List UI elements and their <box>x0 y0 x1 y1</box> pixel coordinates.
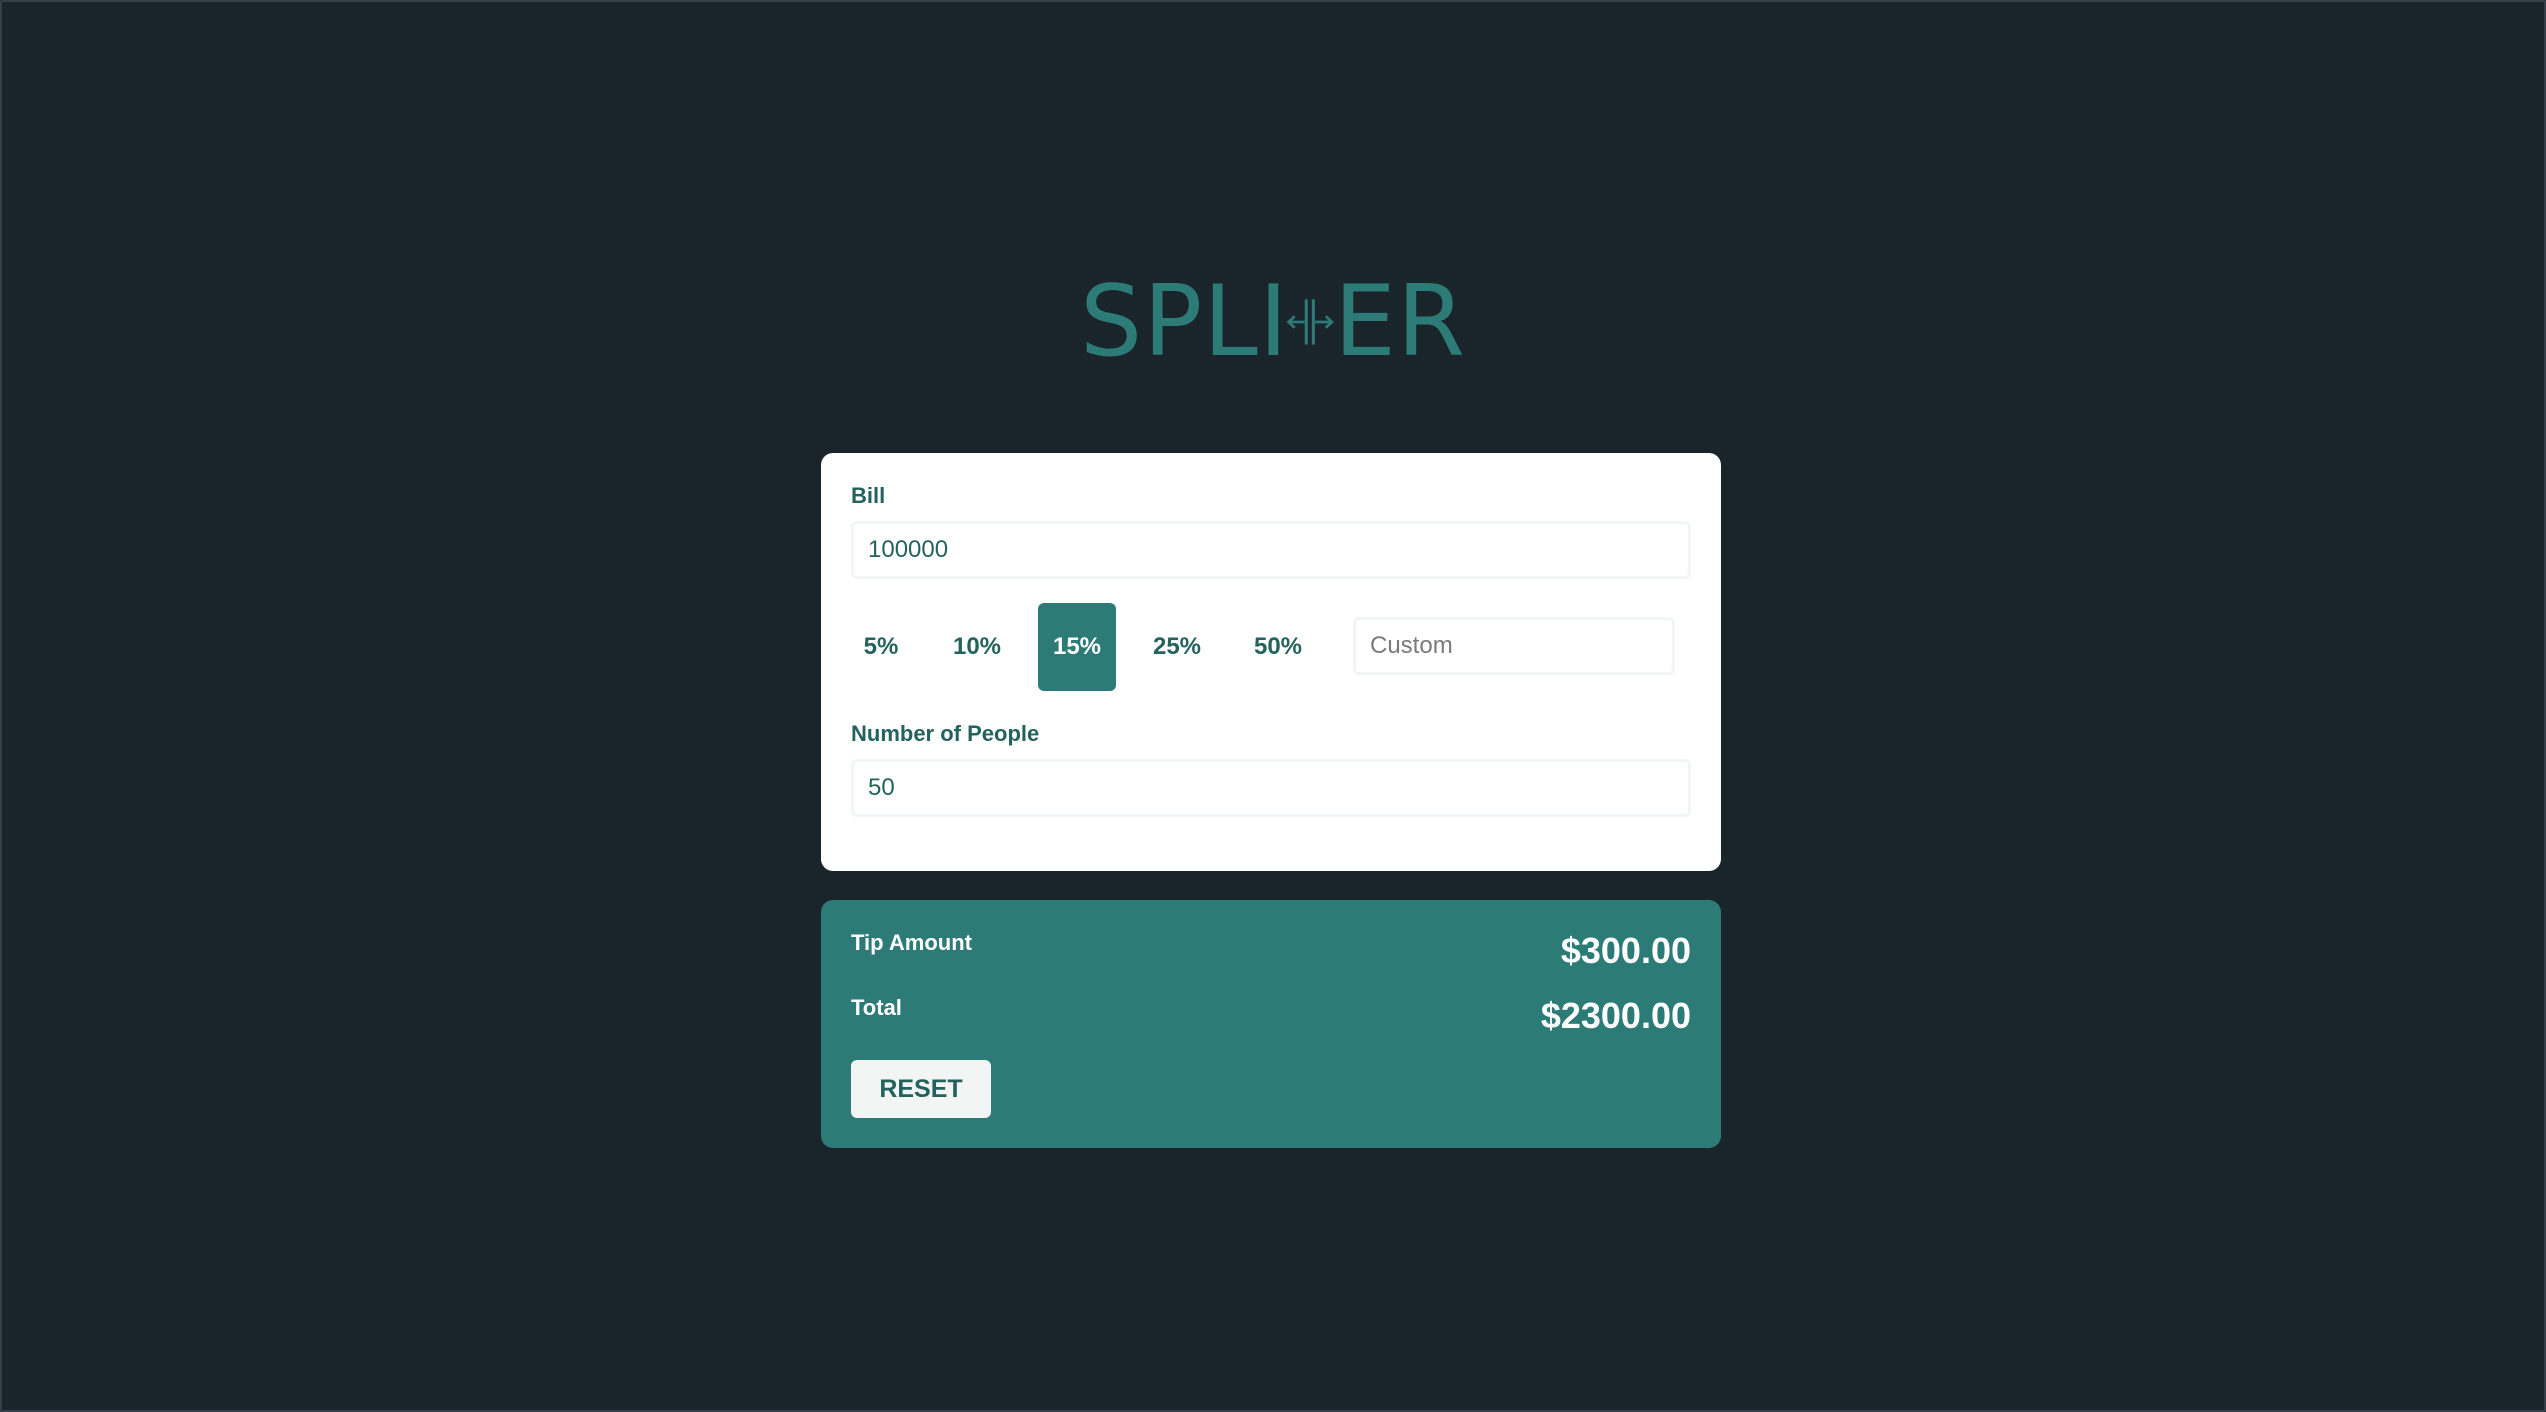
tip-15-button[interactable]: 15% <box>1038 603 1116 691</box>
split-arrows-icon <box>1286 299 1334 345</box>
tip-5-button[interactable]: 5% <box>851 603 911 691</box>
tip-25-button[interactable]: 25% <box>1143 603 1211 691</box>
total-value: $2300.00 <box>1540 995 1691 1036</box>
app-logo: SPLI ER <box>1080 262 1466 382</box>
bill-input[interactable] <box>851 521 1691 579</box>
tip-10-button[interactable]: 10% <box>943 603 1011 691</box>
logo-text-right: ER <box>1333 265 1466 379</box>
reset-button[interactable]: RESET <box>851 1060 991 1118</box>
logo-text-left: SPLI <box>1080 265 1289 379</box>
tip-50-button[interactable]: 50% <box>1243 603 1313 691</box>
custom-tip-input[interactable] <box>1353 617 1675 675</box>
tip-amount-value: $300.00 <box>1560 930 1691 971</box>
results-panel: Tip Amount $300.00 Total $2300.00 RESET <box>821 900 1721 1148</box>
people-label: Number of People <box>851 721 1040 746</box>
calculator-card: Bill 5% 10% 15% 25% 50% Number of People <box>821 453 1721 871</box>
bill-label: Bill <box>851 483 886 508</box>
people-input[interactable] <box>851 759 1691 817</box>
total-label: Total <box>851 995 902 1020</box>
tip-amount-label: Tip Amount <box>851 930 972 955</box>
